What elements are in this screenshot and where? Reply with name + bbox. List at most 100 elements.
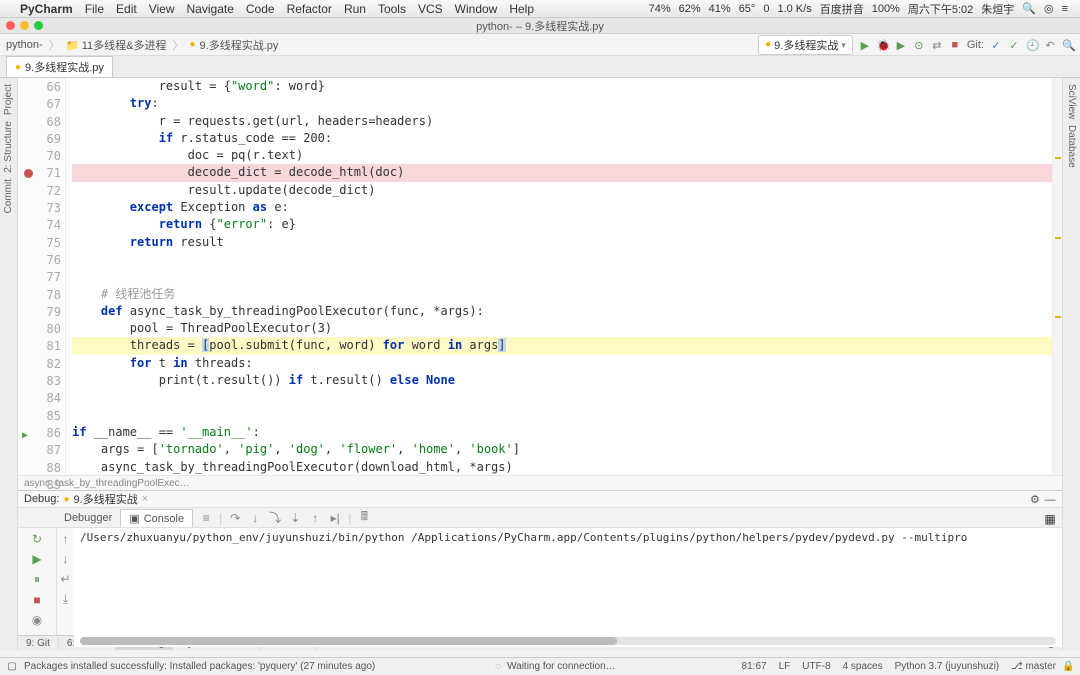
step-into-icon[interactable]: ↓ [248,511,262,525]
search-everywhere-icon[interactable]: 🔍 [1062,39,1074,51]
pause-icon[interactable]: ⏸ [34,572,40,587]
editor-tabs: ● 9.多线程实战.py [0,56,1080,78]
menu-code[interactable]: Code [246,2,275,16]
profile-button[interactable]: ⊙ [913,39,925,51]
breadcrumb-file[interactable]: 9.多线程实战.py [200,37,279,53]
debug-button[interactable]: 🐞 [877,39,889,51]
menu-window[interactable]: Window [455,2,498,16]
spinner-icon: ◌ [495,661,501,672]
siri-icon[interactable]: ◎ [1044,2,1054,15]
force-step-icon[interactable]: ⇣ [288,511,302,525]
menu-edit[interactable]: Edit [116,2,137,16]
step-into-my-icon[interactable]: ⤵ [268,509,282,526]
folder-icon: 📁 [66,39,78,51]
status-mem: 62% [679,3,701,15]
menubar-app[interactable]: PyCharm [20,2,73,16]
step-out-icon[interactable]: ↑ [308,511,322,525]
breadcrumb-root[interactable]: python- [6,39,43,51]
console-hscrollbar[interactable] [80,637,1056,645]
view-breakpoints-icon[interactable]: ◉ [32,613,42,627]
tw-toggle-icon[interactable]: ▢ [6,661,18,673]
console-output[interactable]: /Users/zhuxuanyu/python_env/juyunshuzi/b… [74,528,1062,647]
menu-file[interactable]: File [85,2,104,16]
status-encoding[interactable]: UTF-8 [802,661,830,672]
notifications-icon[interactable]: ≡ [1062,3,1068,15]
stop-button[interactable]: ■ [949,39,961,51]
code-area[interactable]: result = {"word": word} try: r = request… [66,78,1052,475]
down-icon[interactable]: ↓ [63,552,69,566]
tool-structure[interactable]: 2: Structure [3,121,14,173]
python-file-icon: ● [765,39,771,50]
lock-icon[interactable]: 🔒 [1062,661,1074,673]
status-indent[interactable]: 4 spaces [843,661,883,672]
menu-run[interactable]: Run [344,2,366,16]
breadcrumb-folder[interactable]: 11多线程&多进程 [82,37,167,53]
run-to-cursor-icon[interactable]: ▸| [328,511,342,525]
toolwin-git[interactable]: 9: Git [18,637,59,650]
vcs-history-icon[interactable]: 🕘 [1026,39,1038,51]
breadcrumb[interactable]: python- 〉 📁 11多线程&多进程 〉 ● 9.多线程实战.py [6,37,278,53]
tool-project[interactable]: Project [3,84,14,115]
editor-scrollbar[interactable] [1052,78,1062,475]
stop-icon[interactable]: ■ [33,593,40,607]
scroll-end-icon[interactable]: ⤓ [63,592,68,607]
editor-breadcrumb[interactable]: async_task_by_threadingPoolExec… [18,475,1062,490]
window-titlebar: python- – 9.多线程实战.py [0,18,1080,34]
status-interpreter[interactable]: Python 3.7 (juyunshuzi) [895,661,1000,672]
soft-wrap-icon[interactable]: ↵ [60,572,70,586]
menu-vcs[interactable]: VCS [418,2,443,16]
tool-database[interactable]: Database [1066,125,1077,168]
code-editor[interactable]: 6667686970717273747576777879808182838485… [18,78,1062,475]
menu-view[interactable]: View [149,2,175,16]
tab-console[interactable]: ▣ Console [120,509,193,527]
step-over-icon[interactable]: ↷ [228,511,242,525]
status-lf[interactable]: LF [779,661,791,672]
attach-button[interactable]: ⇄ [931,39,943,51]
vcs-update-icon[interactable]: ✓ [990,39,1002,51]
up-icon[interactable]: ↑ [63,532,69,546]
status-user[interactable]: 朱烜宇 [981,1,1014,17]
coverage-button[interactable]: ▶ [895,39,907,51]
status-clock[interactable]: 周六下午5:02 [908,1,973,17]
status-weather: 65° [739,3,756,15]
status-waiting: Waiting for connection… [507,661,616,672]
menu-navigate[interactable]: Navigate [187,2,234,16]
status-battery[interactable]: 100% [872,3,900,15]
rerun-icon[interactable]: ↻ [32,532,42,546]
python-file-icon: ● [63,494,69,505]
debug-label: Debug: [24,493,59,505]
run-config-selector[interactable]: ● 9.多线程实战 [758,35,853,55]
status-branch[interactable]: ⎇ master [1011,661,1056,672]
debug-toolwindow: Debug: ● 9.多线程实战 × ⚙ — Debugger ▣ Consol… [18,490,1062,635]
menu-tools[interactable]: Tools [378,2,406,16]
status-ime[interactable]: 百度拼音 [820,1,864,17]
more-icon[interactable]: ▦ [1044,512,1056,524]
status-zero: 0 [763,3,769,15]
close-tab-icon[interactable]: × [142,493,148,505]
hide-icon[interactable]: — [1044,494,1056,506]
resume-icon[interactable]: ▶ [32,552,41,566]
status-bar: ▢ Packages installed successfully: Insta… [0,657,1080,675]
status-message: Packages installed successfully: Install… [24,661,375,672]
gutter[interactable]: 6667686970717273747576777879808182838485… [18,78,66,475]
settings-icon[interactable]: ⚙ [1029,493,1041,505]
tool-commit[interactable]: Commit [3,179,14,213]
navigation-toolbar: python- 〉 📁 11多线程&多进程 〉 ● 9.多线程实战.py ● 9… [0,34,1080,56]
status-temp: 41% [709,3,731,15]
menu-help[interactable]: Help [509,2,534,16]
menu-refactor[interactable]: Refactor [287,2,332,16]
editor-tab[interactable]: ● 9.多线程实战.py [6,56,113,77]
status-cpu: 74% [649,3,671,15]
editor-tab-label: 9.多线程实战.py [25,59,104,75]
status-caret[interactable]: 81:67 [742,661,767,672]
tab-debugger[interactable]: Debugger [56,510,120,526]
debug-config: 9.多线程实战 [74,491,138,507]
tool-sciview[interactable]: SciView [1066,84,1077,119]
vcs-commit-icon[interactable]: ✓ [1008,39,1020,51]
vcs-rollback-icon[interactable]: ↶ [1044,39,1056,51]
evaluate-icon[interactable]: 🖩 [357,507,371,528]
run-button[interactable]: ▶ [859,39,871,51]
search-icon[interactable]: 🔍 [1022,2,1036,15]
layout-icon[interactable]: ≡ [199,511,213,525]
run-config-name: 9.多线程实战 [774,37,838,53]
